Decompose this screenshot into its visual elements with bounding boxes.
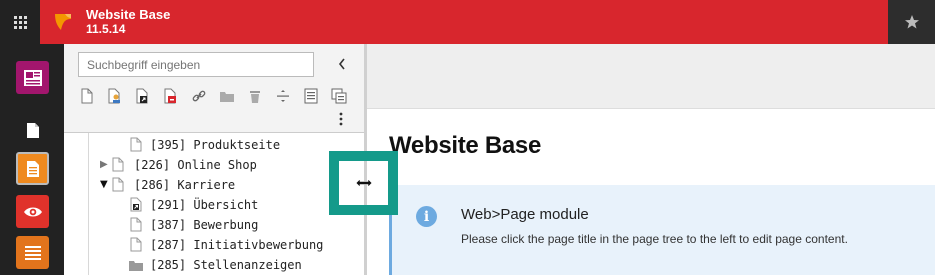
collapse-icon[interactable]: ▼ [100,179,110,191]
tree-item-label: [285] Stellenanzeigen [150,258,302,272]
top-bar: Website Base 11.5.14 [0,0,935,44]
page-icon [112,177,126,193]
page-title: Website Base [389,132,542,159]
new-page-icon[interactable] [78,86,96,106]
page-module-button[interactable] [16,114,49,147]
trash-icon[interactable] [246,86,264,106]
doc-header [367,44,935,109]
view-module-button[interactable] [16,195,49,228]
tree-item-label: [286] Karriere [134,178,236,192]
backend-user-page-icon[interactable] [106,86,124,106]
web-list-module-button[interactable] [16,61,49,94]
site-brand[interactable]: Website Base 11.5.14 [40,0,170,44]
page-icon [130,217,144,233]
divider-icon[interactable] [274,86,292,106]
tree-item[interactable]: [291] Übersicht [64,195,364,215]
list-icon [24,245,41,260]
ellipsis-vertical-icon [339,112,343,126]
tree-item-label: [291] Übersicht [150,198,259,212]
more-actions-button[interactable] [334,110,348,128]
page-module-active-button[interactable] [16,152,49,185]
list-module-button[interactable] [16,236,49,269]
content-area: Website Base i Web>Page module Please cl… [367,44,935,275]
expand-icon[interactable]: ▶ [100,159,110,171]
mountpoint-page-icon[interactable] [162,86,180,106]
collapse-tree-button[interactable] [332,54,352,74]
tree-item-label: [387] Bewerbung [150,218,259,232]
resize-cursor-icon [354,176,374,190]
shortcut-page-icon[interactable] [134,86,152,106]
info-text: Please click the page title in the page … [461,232,848,246]
link-icon[interactable] [190,86,208,106]
page-tree: [395] Produktseite ▶ [226] Online Shop ▼… [64,132,364,275]
folder-icon[interactable] [218,86,236,106]
copy-pages-icon[interactable] [330,86,348,106]
tree-item[interactable]: [285] Stellenanzeigen [64,255,364,275]
star-icon [904,15,919,29]
grid-icon [13,15,27,29]
content-page-icon[interactable] [302,86,320,106]
page-icon [130,237,144,253]
tree-item[interactable]: [395] Produktseite [64,135,364,155]
tree-item[interactable]: ▶ [226] Online Shop [64,155,364,175]
tree-item[interactable]: ▼ [286] Karriere [64,175,364,195]
eye-icon [23,207,42,216]
page-icon [26,123,39,138]
tree-item-label: [226] Online Shop [134,158,257,172]
page-tree-panel: [395] Produktseite ▶ [226] Online Shop ▼… [64,44,364,275]
document-icon [26,160,39,177]
tree-item[interactable]: [287] Initiativbewerbung [64,235,364,255]
typo3-logo [52,11,74,33]
info-icon: i [416,206,437,227]
bookmark-button[interactable] [888,0,935,44]
site-name: Website Base [86,7,171,22]
module-menu-toggle-button[interactable] [0,0,40,44]
folder-icon [128,259,143,275]
info-callout: i Web>Page module Please click the page … [389,185,935,275]
page-icon [112,157,126,173]
module-menu [0,44,64,275]
tree-search-input[interactable] [78,52,314,77]
layout-icon [23,69,42,86]
chevron-left-icon [338,58,345,70]
info-title: Web>Page module [461,206,589,223]
tree-item-label: [287] Initiativbewerbung [150,238,324,252]
tree-item[interactable]: [387] Bewerbung [64,215,364,235]
shortcut-page-icon [130,197,144,213]
site-version: 11.5.14 [86,22,126,36]
page-icon [130,137,144,153]
tree-item-label: [395] Produktseite [150,138,281,152]
